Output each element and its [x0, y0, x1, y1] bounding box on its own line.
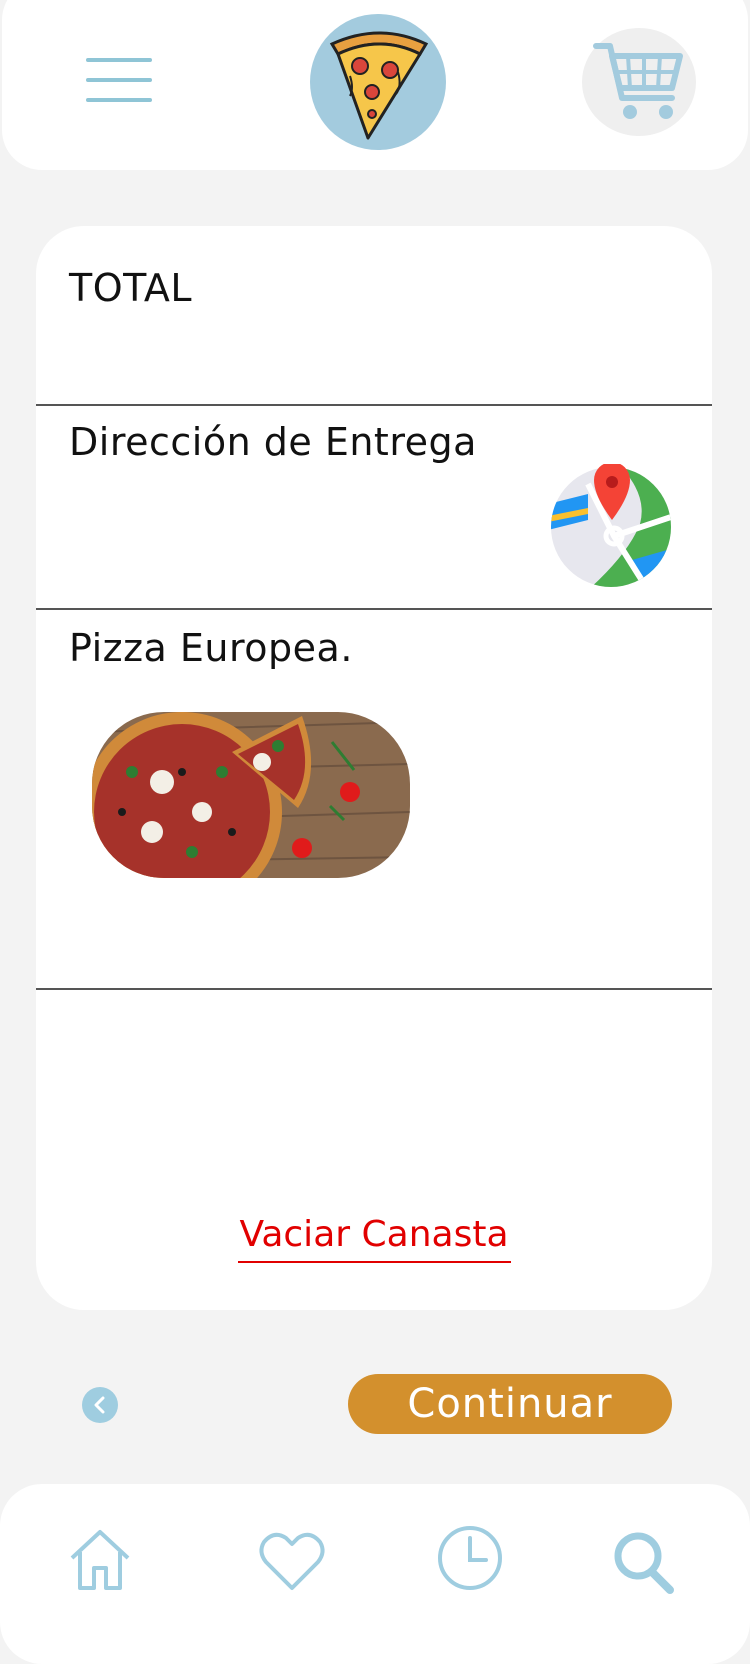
divider: [36, 988, 712, 990]
nav-history[interactable]: [432, 1522, 508, 1598]
pizza-logo-icon[interactable]: [310, 14, 446, 150]
app-header: [2, 0, 748, 170]
delivery-address-label: Dirección de Entrega: [69, 420, 477, 464]
chevron-left-icon: [94, 1396, 105, 1414]
clear-basket-label[interactable]: Vaciar Canasta: [237, 1214, 511, 1263]
continue-button[interactable]: Continuar: [348, 1374, 672, 1434]
basket-card: TOTAL Dirección de Entrega Pizza Europea…: [36, 226, 712, 1310]
shopping-cart-icon: [593, 43, 683, 119]
divider: [36, 404, 712, 406]
menu-line: [86, 78, 152, 82]
map-location-icon[interactable]: [548, 462, 674, 590]
search-icon: [614, 1532, 674, 1594]
menu-line: [86, 98, 152, 102]
menu-button[interactable]: [86, 58, 152, 106]
clock-icon: [438, 1526, 502, 1590]
home-icon: [70, 1530, 130, 1590]
back-button[interactable]: [82, 1387, 118, 1423]
nav-search[interactable]: [606, 1522, 682, 1598]
nav-favorites[interactable]: [254, 1522, 330, 1598]
bottom-navigation: [0, 1484, 750, 1664]
menu-line: [86, 58, 152, 62]
pizza-image: [92, 712, 410, 878]
clear-basket-link[interactable]: Vaciar Canasta: [36, 1214, 712, 1263]
divider: [36, 608, 712, 610]
cart-button[interactable]: [582, 28, 696, 136]
total-label: TOTAL: [69, 266, 193, 310]
item-name: Pizza Europea.: [69, 626, 353, 670]
heart-icon: [259, 1532, 325, 1590]
nav-home[interactable]: [62, 1522, 138, 1598]
